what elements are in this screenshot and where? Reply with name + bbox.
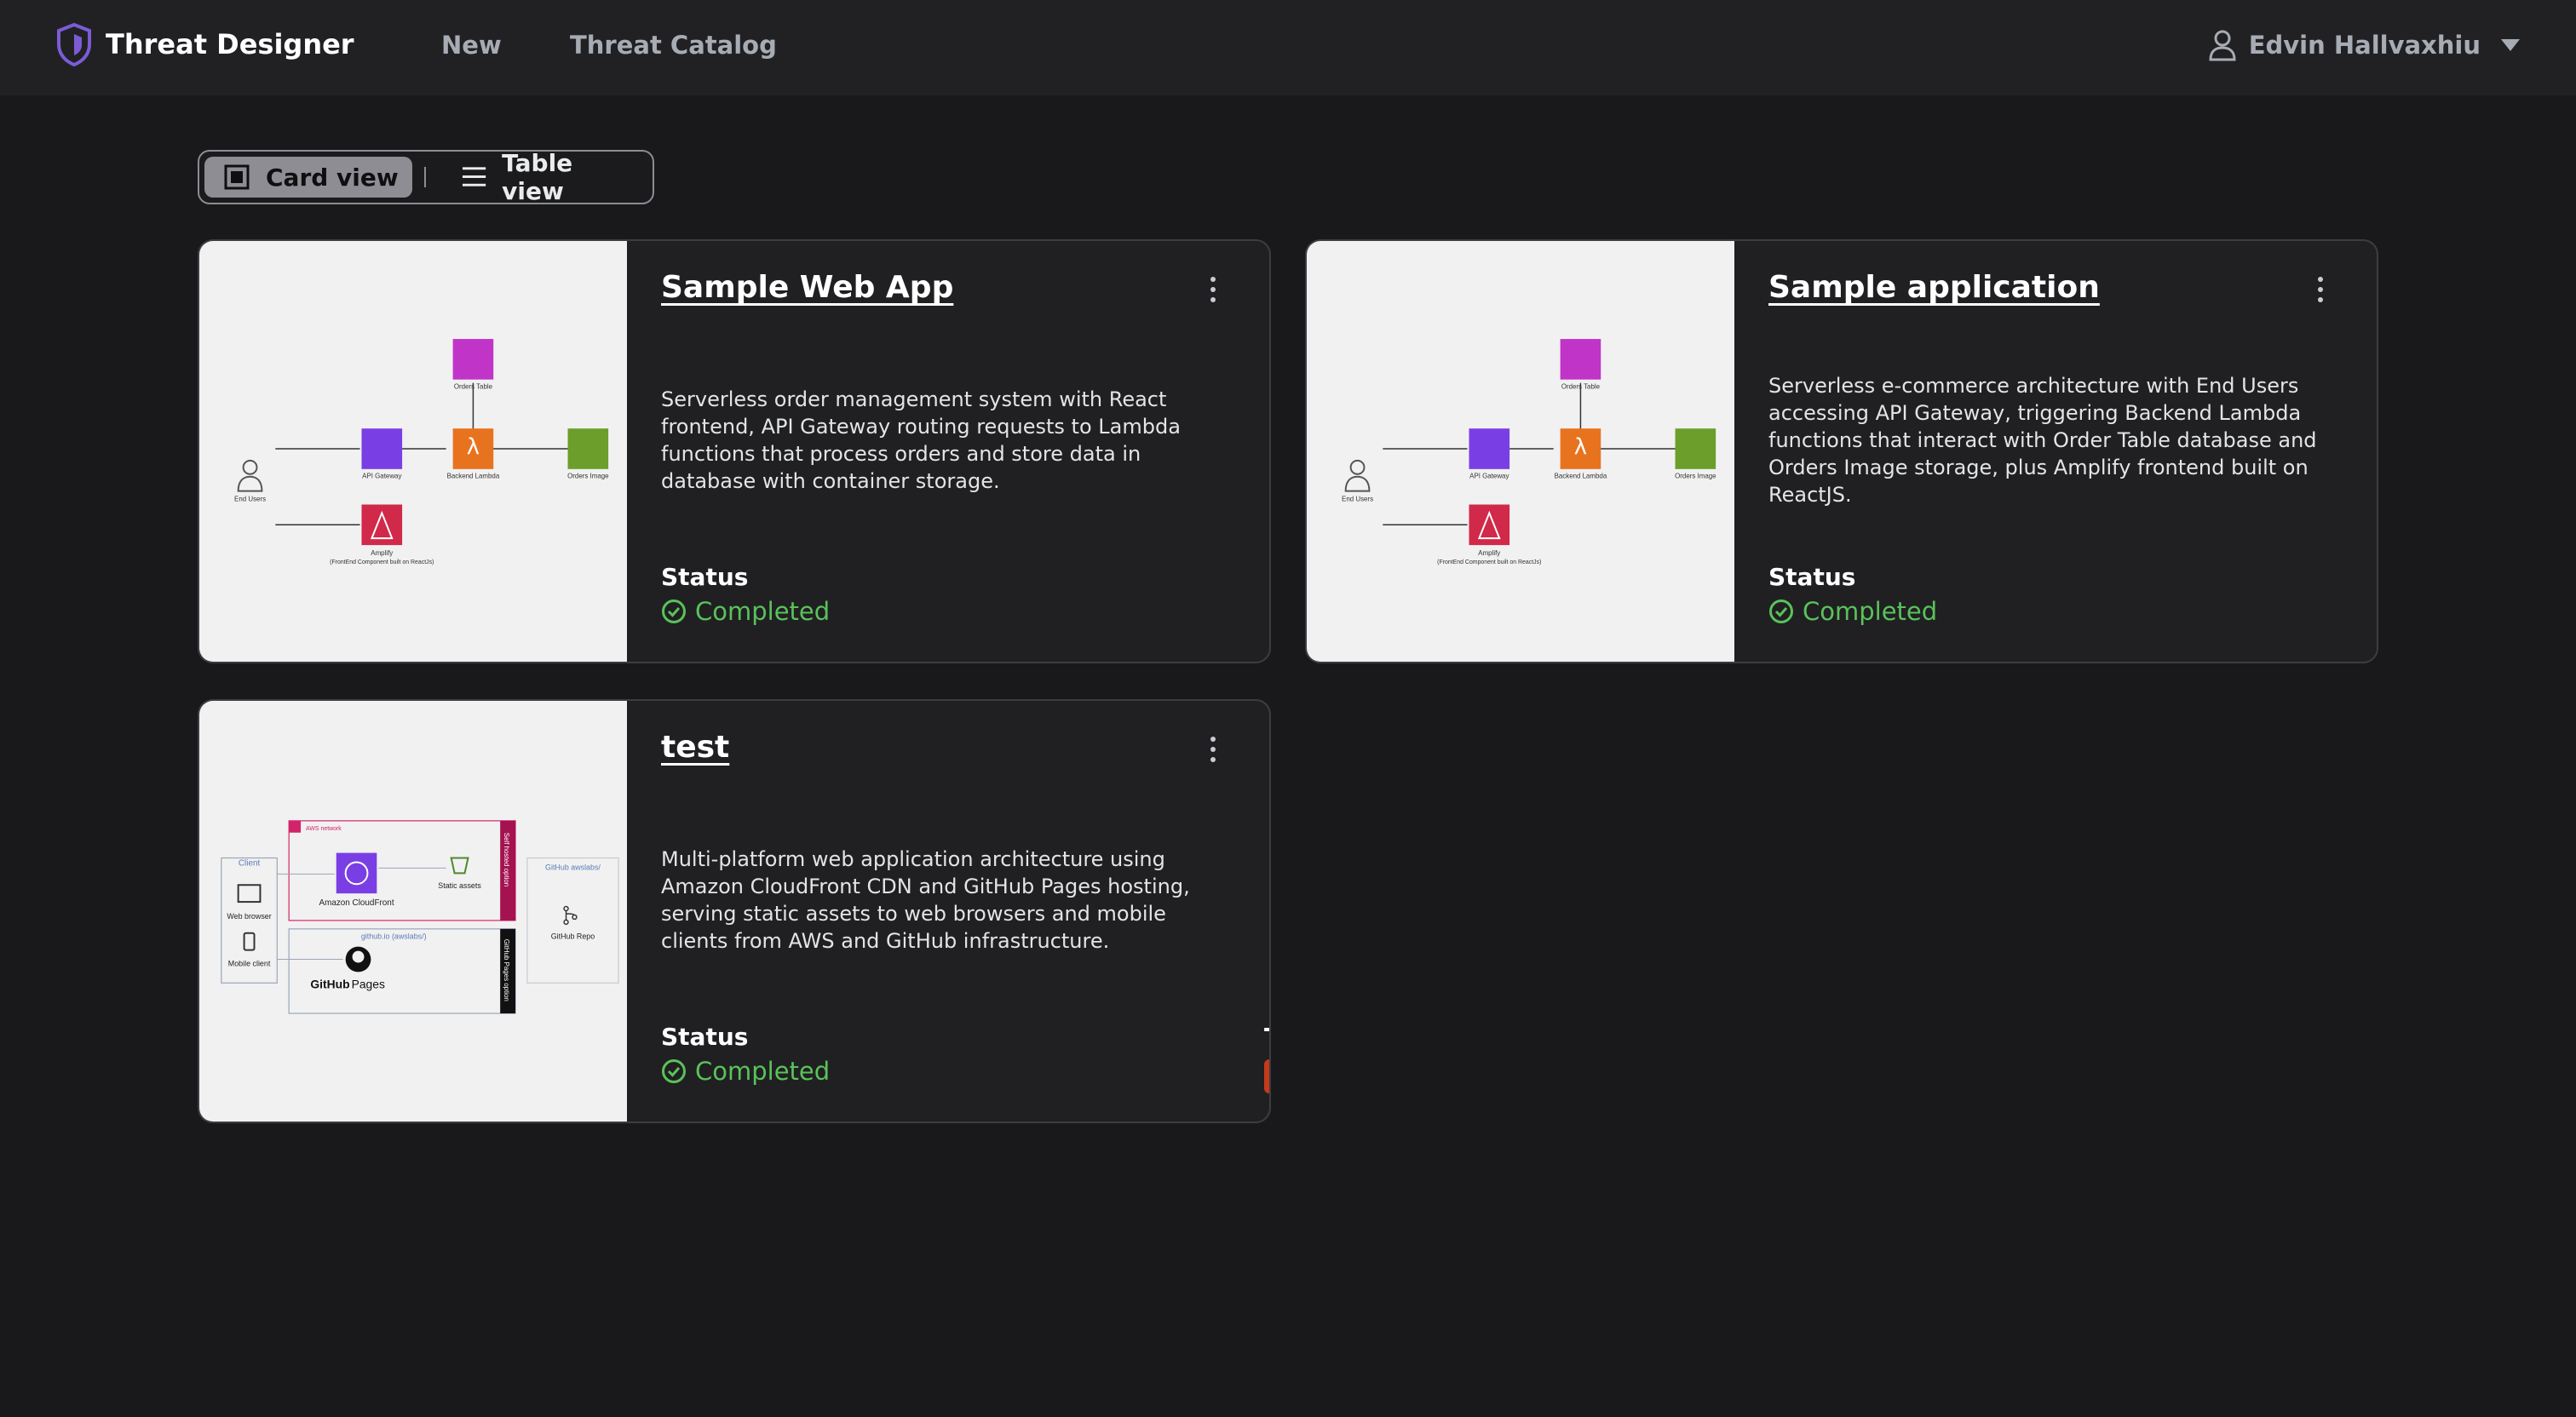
threat-model-card[interactable]: Client Web browser Mobile client AWS net… bbox=[198, 699, 1271, 1123]
api-gateway-icon bbox=[1469, 428, 1510, 469]
status-text: Completed bbox=[695, 1057, 831, 1086]
card-title-link[interactable]: Sample application bbox=[1768, 270, 2100, 305]
architecture-diagram-thumbnail: End Users API Gateway λ Backend Lambda O… bbox=[199, 241, 627, 662]
diagram-label-end-users: End Users bbox=[1342, 496, 1373, 503]
serverless-architecture-diagram: End Users API Gateway λ Backend Lambda O… bbox=[1342, 339, 1716, 565]
table-view-label: Table view bbox=[502, 149, 573, 205]
diagram-label-orders-table: Orders Table bbox=[1561, 383, 1601, 391]
end-users-icon bbox=[237, 459, 263, 492]
github-repo-icon bbox=[563, 905, 578, 926]
status-label: Status bbox=[1768, 563, 1856, 591]
status-text: Completed bbox=[695, 597, 831, 626]
status-label: Status bbox=[661, 1023, 749, 1051]
high-threats-badge: 12 bbox=[1264, 1059, 1269, 1093]
diagram-label-amplify-sub: (FrontEnd Component built on ReactJs) bbox=[330, 559, 434, 565]
diagram-label-amplify: Amplify bbox=[1478, 549, 1500, 557]
status-value: Completed bbox=[661, 597, 830, 626]
architecture-diagram-thumbnail: End Users API Gateway λ Backend Lambda O… bbox=[1307, 241, 1734, 662]
github-awslabs-group bbox=[526, 857, 619, 984]
top-navigation: Threat Designer New Threat Catalog Edvin… bbox=[0, 0, 2576, 95]
github-io-group bbox=[288, 928, 516, 1014]
threat-model-card[interactable]: End Users API Gateway λ Backend Lambda O… bbox=[1305, 239, 2378, 663]
cloudfront-icon bbox=[336, 852, 377, 894]
diagram-label-static-assets: Static assets bbox=[438, 881, 481, 890]
web-browser-icon bbox=[237, 884, 262, 904]
s3-bucket-icon bbox=[1675, 428, 1716, 469]
mobile-client-icon bbox=[243, 932, 256, 951]
diagram-label-self-hosted: Self hosted option bbox=[503, 833, 510, 886]
threats-summary: Threats 12 29 3 bbox=[1264, 1023, 1269, 1093]
card-view-label: Card view bbox=[266, 163, 399, 192]
diagram-label-orders-image: Orders Image bbox=[567, 473, 609, 480]
card-body: Sample Web App Serverless order manageme… bbox=[627, 241, 1269, 662]
nav-new-link[interactable]: New bbox=[441, 31, 502, 60]
database-icon bbox=[452, 339, 494, 380]
card-description: Multi-platform web application architect… bbox=[661, 847, 1190, 953]
card-description: Serverless e-commerce architecture with … bbox=[1768, 374, 2317, 507]
multi-platform-architecture-diagram: Client Web browser Mobile client AWS net… bbox=[221, 820, 619, 1014]
card-title-link[interactable]: Sample Web App bbox=[661, 270, 953, 305]
view-toggle: Card view Table view bbox=[198, 149, 654, 205]
user-menu[interactable]: Edvin Hallvaxhiu bbox=[2208, 29, 2521, 61]
diagram-label-github-awslabs: GitHub awslabs/ bbox=[545, 863, 601, 871]
serverless-architecture-diagram: End Users API Gateway λ Backend Lambda O… bbox=[234, 339, 609, 565]
check-circle-icon bbox=[662, 1059, 686, 1083]
svg-text:λ: λ bbox=[467, 434, 480, 460]
diagram-label-github-pages-bold: GitHub bbox=[310, 977, 349, 990]
more-options-icon[interactable] bbox=[1208, 735, 1218, 764]
card-view-button[interactable]: Card view bbox=[204, 157, 412, 198]
diagram-label-amplify-sub: (FrontEnd Component built on ReactJs) bbox=[1437, 559, 1541, 565]
static-assets-icon bbox=[450, 857, 469, 875]
card-body: Sample application Serverless e-commerce… bbox=[1734, 241, 2377, 662]
status-value: Completed bbox=[661, 1057, 830, 1086]
diagram-label-backend: Backend Lambda bbox=[1555, 473, 1607, 480]
diagram-label-github-pages-option: GitHub Pages option bbox=[503, 939, 510, 1001]
architecture-diagram-thumbnail: Client Web browser Mobile client AWS net… bbox=[199, 701, 627, 1122]
diagram-label-client: Client bbox=[239, 858, 261, 868]
status-text: Completed bbox=[1803, 597, 1938, 626]
status-label: Status bbox=[661, 563, 749, 591]
table-view-button[interactable]: Table view bbox=[443, 149, 639, 205]
caret-down-icon bbox=[2501, 39, 2520, 51]
diagram-label-backend: Backend Lambda bbox=[447, 473, 500, 480]
card-title-link[interactable]: test bbox=[661, 730, 729, 765]
api-gateway-icon bbox=[361, 428, 403, 469]
svg-text:λ: λ bbox=[1574, 434, 1587, 460]
diagram-label-end-users: End Users bbox=[234, 496, 266, 503]
user-name: Edvin Hallvaxhiu bbox=[2248, 31, 2481, 60]
shield-logo-icon bbox=[57, 22, 91, 66]
end-users-icon bbox=[1344, 459, 1371, 492]
s3-bucket-icon bbox=[567, 428, 609, 469]
nav-threat-catalog-link[interactable]: Threat Catalog bbox=[570, 31, 777, 60]
diagram-label-mobile-client: Mobile client bbox=[228, 959, 271, 967]
threats-label: Threats bbox=[1264, 1023, 1269, 1051]
status-value: Completed bbox=[1768, 597, 1937, 626]
card-description: Serverless order management system with … bbox=[661, 387, 1181, 493]
diagram-label-api-gateway: API Gateway bbox=[362, 473, 401, 480]
table-view-icon bbox=[462, 167, 486, 186]
diagram-label-orders-image: Orders Image bbox=[1675, 473, 1716, 480]
more-options-icon[interactable] bbox=[1208, 275, 1218, 304]
diagram-label-web-browser: Web browser bbox=[227, 912, 271, 921]
card-view-icon bbox=[224, 164, 250, 190]
card-body: test Multi-platform web application arch… bbox=[627, 701, 1269, 1122]
toggle-divider bbox=[424, 167, 426, 187]
more-options-icon[interactable] bbox=[2315, 275, 2326, 304]
diagram-label-api-gateway: API Gateway bbox=[1469, 473, 1509, 480]
database-icon bbox=[1560, 339, 1601, 380]
diagram-label-cloudfront: Amazon CloudFront bbox=[319, 898, 394, 908]
user-icon bbox=[2209, 30, 2236, 61]
check-circle-icon bbox=[1769, 600, 1793, 623]
diagram-label-github-repo: GitHub Repo bbox=[551, 932, 595, 941]
diagram-label-github-pages-rest: Pages bbox=[352, 977, 385, 990]
diagram-label-aws-network: AWS network bbox=[306, 826, 342, 832]
diagram-label-orders-table: Orders Table bbox=[454, 383, 493, 391]
check-circle-icon bbox=[662, 600, 686, 623]
diagram-label-amplify: Amplify bbox=[371, 549, 393, 557]
brand[interactable]: Threat Designer bbox=[55, 22, 354, 66]
diagram-label-github-io: github.io (awslabs/) bbox=[361, 932, 427, 941]
app-title: Threat Designer bbox=[106, 28, 354, 60]
threat-model-card[interactable]: End Users API Gateway λ Backend Lambda O… bbox=[198, 239, 1271, 663]
